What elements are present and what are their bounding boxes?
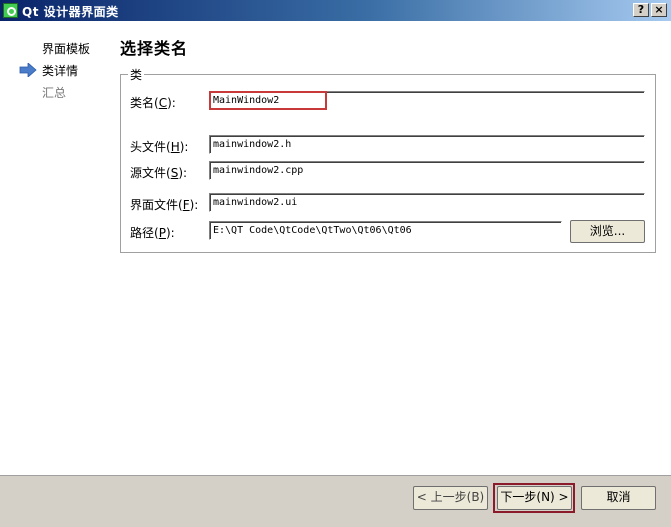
current-step-arrow-icon bbox=[19, 63, 37, 77]
class-name-label: 类名(C): bbox=[130, 96, 176, 110]
window-title: Qt 设计器界面类 bbox=[22, 5, 119, 19]
title-bar: Qt 设计器界面类 ? × bbox=[0, 0, 671, 21]
cancel-button[interactable]: 取消 bbox=[581, 486, 656, 510]
groupbox-title: 类 bbox=[128, 66, 145, 83]
path-label: 路径(P): bbox=[130, 226, 175, 240]
sidebar-item-form-template: 界面模板 bbox=[42, 42, 91, 56]
path-input[interactable]: E:\QT Code\QtCode\QtTwo\Qt06\Qt06 bbox=[209, 221, 562, 240]
source-file-label: 源文件(S): bbox=[130, 166, 188, 180]
header-file-label: 头文件(H): bbox=[130, 140, 189, 154]
sidebar-item-class-details: 类详情 bbox=[42, 64, 79, 78]
class-name-highlight bbox=[209, 91, 327, 110]
form-file-label: 界面文件(F): bbox=[130, 198, 199, 212]
form-file-input[interactable]: mainwindow2.ui bbox=[209, 193, 645, 212]
close-button[interactable]: × bbox=[651, 3, 667, 17]
qt-logo-icon bbox=[3, 3, 18, 18]
back-button[interactable]: < 上一步(B) bbox=[413, 486, 488, 510]
next-button-highlight bbox=[493, 483, 575, 513]
browse-button[interactable]: 浏览... bbox=[570, 220, 645, 243]
header-file-input[interactable]: mainwindow2.h bbox=[209, 135, 645, 154]
sidebar-item-summary: 汇总 bbox=[42, 86, 67, 100]
source-file-input[interactable]: mainwindow2.cpp bbox=[209, 161, 645, 180]
help-button[interactable]: ? bbox=[633, 3, 649, 17]
page-title: 选择类名 bbox=[120, 39, 189, 58]
